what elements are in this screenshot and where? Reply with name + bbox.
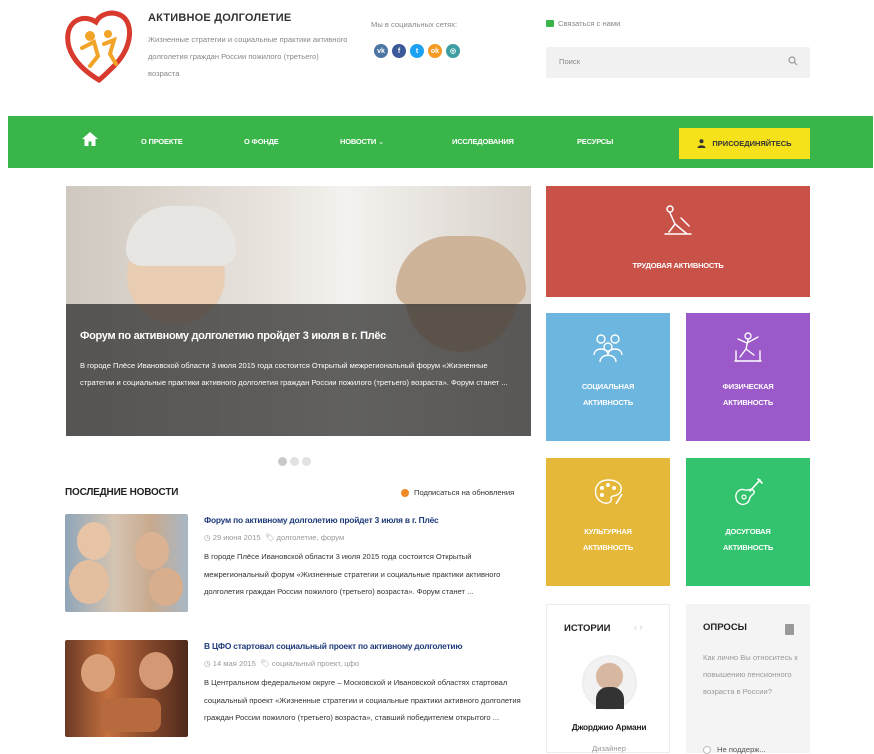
worker-icon [664, 205, 692, 235]
news-meta: ◷ 29 июня 2015 🏷 долголетие, форум [204, 533, 345, 542]
tile-work-activity[interactable]: ТРУДОВАЯ АКТИВНОСТЬ [546, 186, 810, 297]
instagram-icon[interactable]: ◎ [446, 44, 460, 58]
social-links: vk f t ok ◎ [374, 44, 460, 58]
tile-label: ТРУДОВАЯ АКТИВНОСТЬ [632, 261, 724, 270]
nav-about-project[interactable]: О ПРОЕКТЕ [141, 137, 183, 146]
stories-heading: ИСТОРИИ [564, 623, 611, 634]
nav-research[interactable]: ИССЛЕДОВАНИЯ [452, 137, 514, 146]
polls-widget: ОПРОСЫ Как лично Вы относитесь к повышен… [686, 604, 810, 754]
search-input[interactable]: Поиск [546, 47, 810, 78]
guitar-icon [735, 478, 763, 506]
user-icon [697, 139, 706, 148]
tile-label-line1: ФИЗИЧЕСКАЯ [722, 382, 774, 391]
slider-dot[interactable] [302, 457, 311, 466]
avatar[interactable] [582, 655, 637, 710]
stories-arrows[interactable]: ‹ › [634, 622, 643, 632]
palette-icon [594, 479, 623, 505]
subscribe-link[interactable]: Подписаться на обновления [401, 488, 514, 497]
news-date: 14 мая 2015 [212, 659, 256, 668]
vk-icon[interactable]: vk [374, 44, 388, 58]
group-icon [593, 334, 623, 363]
story-person-role: Дизайнер [592, 744, 626, 753]
main-nav: О ПРОЕКТЕ О ФОНДЕ НОВОСТИ ⌄ ИССЛЕДОВАНИЯ… [8, 116, 873, 168]
subscribe-label: Подписаться на обновления [414, 488, 515, 497]
slider-dot[interactable] [290, 457, 299, 466]
home-icon[interactable] [82, 132, 98, 146]
twitter-icon[interactable]: t [410, 44, 424, 58]
tile-physical-activity[interactable]: ФИЗИЧЕСКАЯ АКТИВНОСТЬ [686, 313, 810, 441]
news-excerpt: В Центральном федеральном округе – Моско… [204, 678, 521, 722]
site-description: Жизненные стратегии и социальные практик… [148, 35, 348, 78]
slide-text: В городе Плёсе Ивановской области 3 июля… [80, 361, 508, 387]
poll-question: Как лично Вы относитесь к повышению пенс… [703, 653, 798, 696]
news-thumbnail[interactable] [65, 514, 188, 612]
tile-label-line2: АКТИВНОСТЬ [582, 543, 634, 552]
slider-pagination [278, 457, 311, 466]
slide-image [126, 206, 236, 266]
nav-resources[interactable]: РЕСУРСЫ [577, 137, 613, 146]
tile-label-line2: АКТИВНОСТЬ [722, 543, 774, 552]
news-slider[interactable]: Форум по активному долголетию пройдет 3 … [66, 186, 531, 436]
news-tags[interactable]: долголетие, форум [277, 533, 345, 542]
tile-label-line1: ДОСУГОВАЯ [725, 527, 771, 536]
contact-label: Связаться с нами [558, 19, 621, 28]
news-thumbnail[interactable] [65, 640, 188, 737]
news-title[interactable]: В ЦФО стартовал социальный проект по акт… [204, 641, 462, 651]
news-title[interactable]: Форум по активному долголетию пройдет 3 … [204, 515, 439, 525]
news-excerpt: В городе Плёсе Ивановской области 3 июля… [204, 552, 501, 596]
social-label: Мы в социальных сетях: [371, 20, 458, 29]
news-tags[interactable]: социальный проект, цфо [272, 659, 359, 668]
join-label: ПРИСОЕДИНЯЙТЕСЬ [712, 139, 792, 148]
radio-button[interactable] [703, 745, 711, 754]
slide-title[interactable]: Форум по активному долголетию пройдет 3 … [80, 330, 386, 342]
clipboard-icon [785, 624, 794, 635]
nav-about-fund[interactable]: О ФОНДЕ [244, 137, 279, 146]
story-person-name[interactable]: Джорджио Армани [547, 722, 671, 732]
join-button[interactable]: ПРИСОЕДИНЯЙТЕСЬ [679, 128, 810, 159]
tile-label-line2: АКТИВНОСТЬ [582, 398, 634, 407]
news-meta: ◷ 14 мая 2015 🏷 социальный проект, цфо [204, 659, 360, 668]
exercise-icon [734, 332, 762, 362]
chevron-down-icon: ⌄ [378, 137, 385, 146]
tile-label-line2: АКТИВНОСТЬ [722, 398, 774, 407]
latest-news-heading: ПОСЛЕДНИЕ НОВОСТИ [65, 487, 179, 498]
nav-news[interactable]: НОВОСТИ ⌄ [340, 137, 384, 146]
tile-cultural-activity[interactable]: КУЛЬТУРНАЯ АКТИВНОСТЬ [546, 458, 670, 586]
tile-leisure-activity[interactable]: ДОСУГОВАЯ АКТИВНОСТЬ [686, 458, 810, 586]
tile-social-activity[interactable]: СОЦИАЛЬНАЯ АКТИВНОСТЬ [546, 313, 670, 441]
news-date: 29 июня 2015 [212, 533, 261, 542]
contact-link[interactable]: Связаться с нами [546, 19, 620, 28]
stories-widget: ИСТОРИИ ‹ › Джорджио Армани Дизайнер [546, 604, 670, 753]
slider-dot[interactable] [278, 457, 287, 466]
rss-icon [401, 488, 409, 497]
tile-label-line1: КУЛЬТУРНАЯ [584, 527, 632, 536]
polls-heading: ОПРОСЫ [703, 622, 747, 633]
nav-news-label: НОВОСТИ [340, 137, 377, 146]
chat-icon [546, 20, 554, 27]
site-title[interactable]: АКТИВНОЕ ДОЛГОЛЕТИЕ [148, 12, 291, 24]
tile-label-line1: СОЦИАЛЬНАЯ [581, 382, 635, 391]
odnoklassniki-icon[interactable]: ok [428, 44, 442, 58]
search-placeholder: Поиск [559, 57, 581, 66]
site-logo[interactable] [64, 10, 134, 86]
facebook-icon[interactable]: f [392, 44, 406, 58]
search-icon[interactable] [788, 56, 798, 66]
